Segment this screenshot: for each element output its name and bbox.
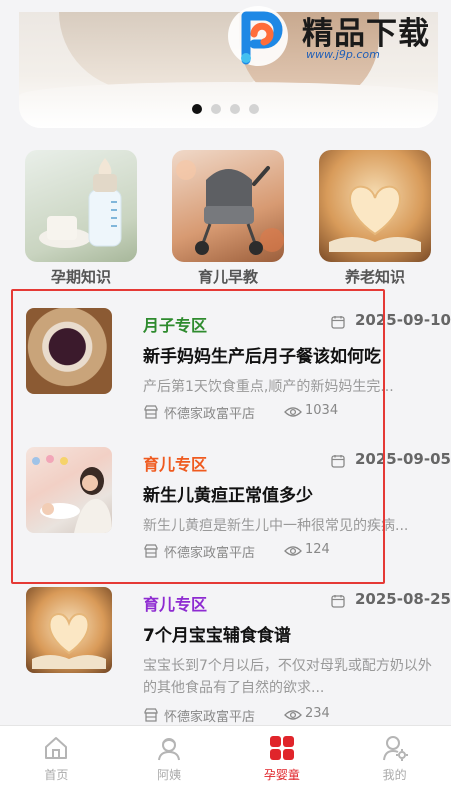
- calendar-icon: [331, 595, 345, 608]
- highlight-box: [11, 289, 385, 584]
- article-summary: 宝宝长到7个月以后，不仅对母乳或配方奶以外的其他食品有了自然的欲求...: [143, 658, 432, 696]
- store-icon: [144, 708, 158, 722]
- stroller-image: [172, 150, 284, 262]
- watermark-title: 精品下载: [302, 16, 430, 52]
- tab-label: 孕婴童: [263, 768, 300, 782]
- tab-maternal-baby[interactable]: 孕婴童: [226, 726, 339, 785]
- watermark-url: www.j9p.com: [306, 48, 380, 61]
- tab-label: 首页: [44, 768, 69, 782]
- tab-home[interactable]: 首页: [0, 726, 113, 785]
- carousel-dot[interactable]: [192, 104, 202, 114]
- tab-mine[interactable]: 我的: [338, 726, 451, 785]
- category-label: 养老知识: [344, 268, 405, 286]
- category-pregnancy[interactable]: 孕期知识: [25, 150, 137, 287]
- grid-icon: [269, 736, 294, 760]
- tab-label: 阿姨: [157, 768, 182, 782]
- heart-book-image: [26, 587, 112, 673]
- article-store: 怀德家政富平店: [164, 710, 256, 725]
- tab-label: 我的: [382, 768, 407, 782]
- article-tag: 育儿专区: [143, 595, 208, 614]
- article-title[interactable]: 7个月宝宝辅食食谱: [143, 621, 291, 646]
- heart-book-image: [319, 150, 431, 262]
- category-label: 育儿早教: [197, 268, 258, 286]
- watermark-logo: [228, 6, 288, 66]
- carousel-dot[interactable]: [230, 104, 240, 114]
- carousel-dot[interactable]: [249, 104, 259, 114]
- tab-nanny[interactable]: 阿姨: [113, 726, 226, 785]
- article-card[interactable]: 育儿专区 2025-08-25 7个月宝宝辅食食谱 宝宝长到7个月以后，不仅对母…: [0, 587, 451, 727]
- carousel-dot[interactable]: [211, 104, 221, 114]
- category-elderly-care[interactable]: 养老知识: [319, 150, 431, 287]
- eye-icon: [284, 710, 302, 720]
- user-settings-icon: [382, 736, 408, 761]
- bottom-tab-bar: 首页 阿姨 孕婴童 我的: [0, 725, 451, 785]
- home-icon: [45, 737, 68, 759]
- article-date: 2025-08-25: [355, 590, 451, 608]
- category-label: 孕期知识: [50, 268, 111, 286]
- article-views: 234: [305, 706, 330, 721]
- bottle-image: [25, 150, 137, 262]
- category-early-education[interactable]: 育儿早教: [172, 150, 284, 287]
- carousel-indicator: [192, 104, 259, 114]
- nanny-icon: [158, 738, 181, 761]
